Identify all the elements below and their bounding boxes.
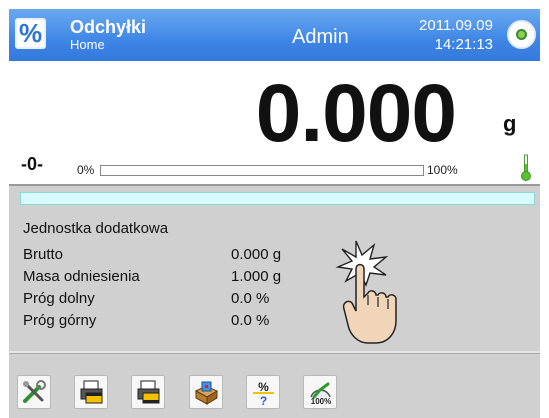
- date-display: 2011.09.09: [419, 17, 493, 34]
- status-round-button[interactable]: [507, 20, 536, 49]
- reference-mass-100-icon: 100%: [310, 382, 331, 406]
- toolbar: % ? 100%: [9, 375, 540, 418]
- separator: [9, 184, 540, 186]
- percent-question-icon: % ?: [253, 380, 274, 406]
- toolbar-button-settings[interactable]: [17, 375, 51, 409]
- info-row-value: 1.000 g: [231, 268, 282, 285]
- divider: [9, 353, 540, 354]
- user-name[interactable]: Admin: [292, 26, 349, 49]
- svg-text:?: ?: [260, 394, 267, 406]
- range-min-label: 0%: [77, 163, 95, 177]
- load-bar: [100, 165, 424, 176]
- info-row-label: Masa odniesienia: [23, 268, 140, 285]
- toolbar-button-print-footer[interactable]: [131, 375, 165, 409]
- toolbar-button-print-header[interactable]: [74, 375, 108, 409]
- toolbar-button-database[interactable]: [189, 375, 223, 409]
- app-frame: % Odchyłki Home Admin 2011.09.09 14:21:1…: [9, 9, 540, 418]
- printer-footer-icon: [137, 380, 160, 404]
- printer-header-icon: [80, 380, 103, 404]
- touch-hand-icon: [335, 240, 397, 344]
- info-row-value: 0.0 %: [231, 290, 270, 307]
- toolbar-button-percent-info[interactable]: % ?: [246, 375, 280, 409]
- info-row-label: Brutto: [23, 246, 64, 263]
- info-row-value: 0.000 g: [231, 246, 282, 263]
- svg-text:100%: 100%: [311, 397, 331, 406]
- range-max-label: 100%: [427, 163, 458, 177]
- mode-subtitle: Home: [70, 37, 105, 52]
- info-row-label: Próg górny: [23, 312, 97, 329]
- toolbar-button-reference-mass[interactable]: 100%: [303, 375, 337, 409]
- tools-icon: [23, 380, 46, 403]
- thermometer-icon: [521, 154, 531, 181]
- weight-unit[interactable]: g: [503, 111, 516, 137]
- weight-readout: 0.000: [255, 68, 457, 159]
- weighing-display: 0.000 g -0- 0% 100%: [9, 61, 540, 184]
- percent-app-icon[interactable]: %: [15, 18, 46, 49]
- mode-title: Odchyłki: [70, 17, 147, 37]
- info-row-value: 0.0 %: [231, 312, 270, 329]
- svg-text:%: %: [258, 380, 269, 394]
- info-section-label: Jednostka dodatkowa: [23, 220, 169, 237]
- info-highlight-bar: [20, 192, 535, 205]
- database-box-icon: [194, 381, 219, 405]
- info-row-label: Próg dolny: [23, 290, 95, 307]
- header-bar: % Odchyłki Home Admin 2011.09.09 14:21:1…: [9, 9, 540, 61]
- time-display: 14:21:13: [434, 36, 493, 53]
- zero-indicator: -0-: [21, 154, 43, 174]
